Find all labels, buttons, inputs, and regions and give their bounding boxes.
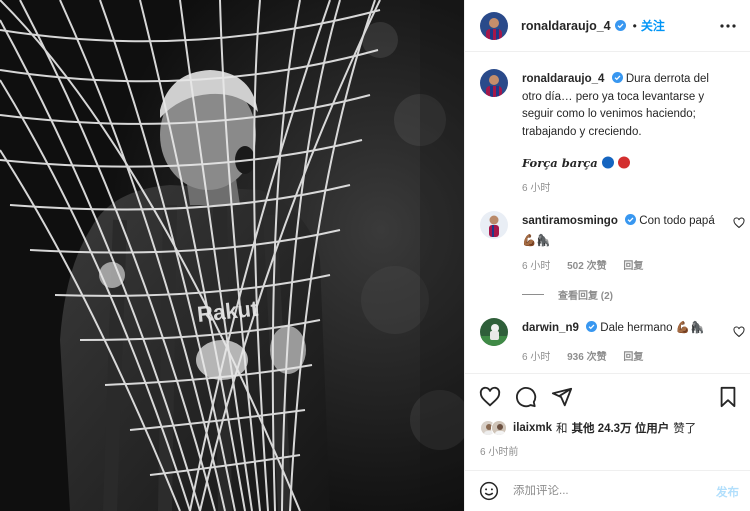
comment-username[interactable]: santiramosmingo (522, 215, 618, 227)
post-header: ronaldaraujo_4 • 关注 (465, 0, 750, 52)
blue-red-circles-icon (601, 156, 630, 169)
avatar[interactable] (480, 11, 508, 40)
more-horizontal-icon[interactable] (719, 17, 737, 35)
comment-meta: 6 小时 936 次赞 回复 (522, 348, 657, 363)
caption-time[interactable]: 6 小时 (522, 183, 550, 194)
add-comment-bar: 发布 (465, 470, 750, 511)
smiley-icon[interactable] (479, 481, 499, 501)
comment-text: Con todo papá (639, 215, 715, 227)
caption-meta: 6 小时 (522, 179, 564, 194)
comment-likes[interactable]: 502 次赞 (567, 261, 606, 272)
view-replies[interactable]: 查看回复 (2) (522, 287, 627, 302)
post-photo[interactable]: Rakut (0, 0, 464, 511)
verified-badge-icon (586, 321, 598, 332)
view-replies-label[interactable]: 查看回复 (2) (558, 287, 613, 302)
comment-username[interactable]: darwin_n9 (522, 322, 579, 334)
liker-username[interactable]: ilaixmk (513, 422, 552, 434)
paper-plane-icon[interactable] (551, 386, 573, 408)
player-in-goal-net-image: Rakut (0, 0, 464, 511)
comment-text-block: santiramosmingo Con todo papá 💪🏾🦍 (522, 213, 722, 250)
verified-badge-icon (625, 214, 637, 225)
caption-signature: Força barça (522, 156, 598, 170)
post-dialog: Rakut ronaldaraujo_4 • 关注 ronaldaraujo_4… (0, 0, 750, 511)
post-sidebar: ronaldaraujo_4 • 关注 ronaldaraujo_4 Dura … (464, 0, 750, 511)
comment-meta: 6 小时 502 次赞 回复 (522, 257, 657, 272)
caption-username[interactable]: ronaldaraujo_4 (522, 73, 604, 85)
heart-icon[interactable] (479, 386, 501, 408)
action-bar (465, 374, 750, 418)
comments-list: ronaldaraujo_4 Dura derrota del otro día… (465, 53, 750, 373)
separator-dot: • (632, 18, 637, 33)
post-comment-button[interactable]: 发布 (716, 484, 739, 500)
replies-line (522, 294, 544, 295)
comment-emojis: 💪🏾🦍 (675, 322, 705, 334)
comment-bubble-icon[interactable] (515, 386, 537, 408)
comment-time[interactable]: 6 小时 (522, 261, 550, 272)
caption-text-block: ronaldaraujo_4 Dura derrota del otro día… (522, 71, 727, 174)
likes-summary[interactable]: ilaixmk 和 其他 24.3万 位用户 赞了 (480, 417, 696, 439)
likes-suffix: 赞了 (673, 423, 697, 435)
follow-button[interactable]: 关注 (641, 17, 665, 34)
avatar[interactable] (480, 69, 508, 97)
comment-text-block: darwin_n9 Dale hermano 💪🏾🦍 (522, 320, 722, 338)
caption-item: ronaldaraujo_4 Dura derrota del otro día… (480, 69, 740, 199)
comment-item: santiramosmingo Con todo papá 💪🏾🦍 6 小时 5… (480, 211, 745, 302)
liker-avatar (491, 420, 507, 436)
bookmark-icon[interactable] (717, 386, 739, 408)
comment-like-heart-icon[interactable] (733, 326, 745, 338)
avatar[interactable] (480, 318, 508, 346)
comment-text: Dale hermano (600, 322, 673, 334)
comment-item: darwin_n9 Dale hermano 💪🏾🦍 6 小时 936 次赞 回… (480, 318, 745, 378)
reply-button[interactable]: 回复 (623, 352, 643, 363)
likes-others[interactable]: 其他 24.3万 位用户 (572, 420, 670, 436)
verified-badge-icon (614, 20, 626, 31)
comment-input[interactable] (513, 485, 703, 497)
comment-like-heart-icon[interactable] (733, 217, 745, 229)
comment-emojis: 💪🏾🦍 (522, 234, 551, 247)
post-author-username[interactable]: ronaldaraujo_4 (521, 19, 611, 33)
caption-signature-line: Força barça (522, 155, 727, 174)
likes-and: 和 (556, 423, 568, 435)
avatar[interactable] (480, 211, 508, 239)
reply-button[interactable]: 回复 (623, 261, 643, 272)
comment-likes[interactable]: 936 次赞 (567, 352, 606, 363)
comment-time[interactable]: 6 小时 (522, 352, 550, 363)
verified-badge-icon (611, 72, 623, 83)
post-timestamp[interactable]: 6 小时前 (480, 443, 518, 458)
